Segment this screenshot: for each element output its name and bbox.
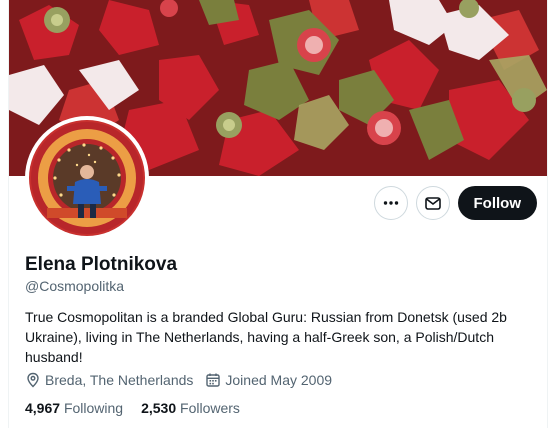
joined-text: Joined May 2009 [225,372,333,388]
location-item: Breda, The Netherlands [25,372,193,388]
profile-actions: Follow [373,186,537,220]
followers-link[interactable]: 2,530 Followers [141,400,240,416]
profile-name: Elena Plotnikova [25,254,178,275]
map-pin-icon [27,372,39,388]
follow-button[interactable]: Follow [457,186,537,220]
envelope-icon [424,197,441,210]
followers-count: 2,530 [141,400,177,416]
avatar[interactable] [25,116,149,240]
follow-counts: 4,967 Following 2,530 Followers [25,400,240,416]
calendar-icon [206,373,221,387]
following-count: 4,967 [25,400,61,416]
more-button[interactable] [373,186,408,220]
location-text: Breda, The Netherlands [45,372,194,388]
avatar-image [29,120,145,236]
followers-label: Followers [180,400,240,416]
profile-page: Follow Elena Plotnikova @Cosmopolitka Tr… [8,0,548,428]
message-button[interactable] [415,186,450,220]
profile-handle: @Cosmopolitka [25,278,125,294]
more-horizontal-icon [383,201,398,205]
following-label: Following [63,400,124,416]
joined-item: Joined May 2009 [205,372,332,388]
profile-meta: Breda, The Netherlands Joined May 2009 [25,372,332,388]
following-link[interactable]: 4,967 Following [25,400,123,416]
profile-bio: True Cosmopolitan is a branded Global Gu… [25,309,507,365]
